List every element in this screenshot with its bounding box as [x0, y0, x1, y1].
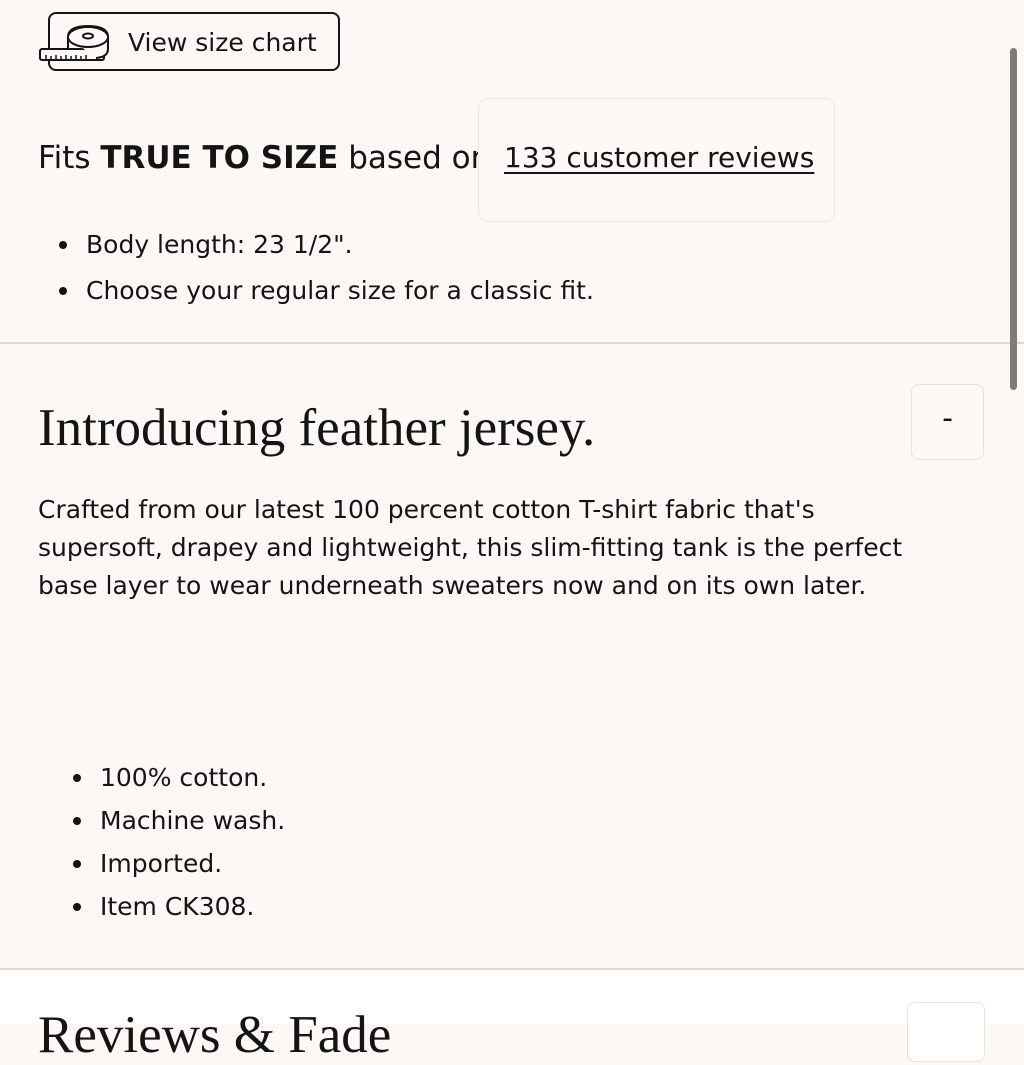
list-item: Imported. [72, 846, 285, 889]
measuring-tape-icon [39, 24, 109, 61]
fit-prefix: Fits [38, 140, 91, 176]
fit-suffix: based on [348, 140, 491, 176]
list-item: Item CK308. [72, 889, 285, 932]
next-section-title: Reviews & Fade [38, 1006, 392, 1064]
list-item: Body length: 23 1/2". [59, 228, 594, 274]
fit-notes-list: Body length: 23 1/2". Choose your regula… [59, 228, 594, 320]
product-description: Crafted from our latest 100 percent cott… [38, 495, 903, 600]
section-divider [0, 342, 1024, 344]
collapse-icon: - [942, 401, 953, 436]
product-specs-list: 100% cotton. Machine wash. Imported. Ite… [72, 760, 285, 932]
reviews-link-container: 133 customer reviews [478, 98, 835, 222]
fit-emphasis: TRUE TO SIZE [100, 140, 339, 176]
list-item: 100% cotton. [72, 760, 285, 803]
list-item: Choose your regular size for a classic f… [59, 274, 594, 320]
section-title: Introducing feather jersey. [38, 399, 596, 457]
fit-summary: Fits TRUE TO SIZE based on [38, 140, 490, 176]
collapse-section-button[interactable]: - [911, 384, 984, 460]
view-size-chart-button[interactable]: View size chart [39, 12, 340, 71]
list-item: Machine wash. [72, 803, 285, 846]
expand-section-button[interactable] [907, 1002, 985, 1062]
scrollbar-thumb[interactable] [1010, 48, 1017, 390]
view-size-chart-label: View size chart [128, 28, 317, 57]
customer-reviews-link[interactable]: 133 customer reviews [504, 141, 814, 174]
